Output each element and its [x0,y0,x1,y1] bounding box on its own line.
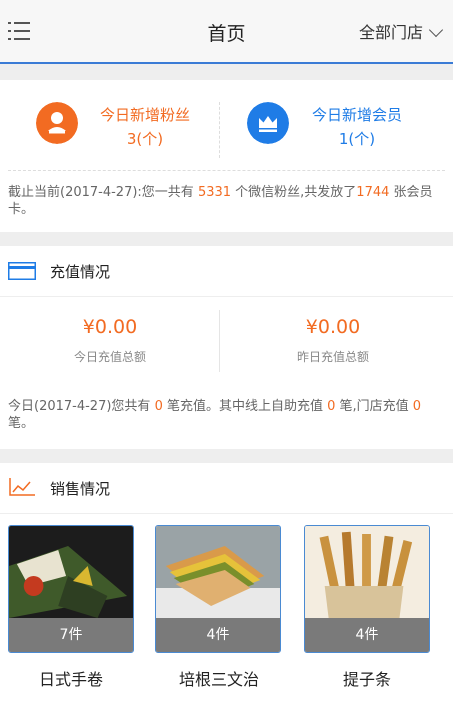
summary-text: 截止当前(2017-4-27):您一共有 [8,185,198,200]
section-title: 销售情况 [50,480,111,498]
store-recharge-count: 0 [412,399,422,414]
chevron-down-icon [428,22,444,38]
summary-text: 笔充值。其中线上自助充值 [162,399,328,414]
product-image [9,526,133,618]
product-image [156,526,280,618]
fans-summary-text: 截止当前(2017-4-27):您一共有 5331 个微信粉丝,共发放了1744… [8,184,441,218]
product-name: 日式手卷 [38,670,103,689]
store-filter-dropdown[interactable]: 全部门店 [358,19,444,43]
section-title: 充值情况 [50,263,111,281]
product-name: 培根三文治 [178,670,259,689]
new-members-label: 今日新增会员 [311,106,402,124]
recharge-card: 充值情况 ¥0.00 今日充值总额 ¥0.00 昨日充值总额 今日(2017-4… [0,246,453,449]
summary-text: 今日(2017-4-27)您共有 [8,399,155,414]
store-filter-label: 全部门店 [358,23,423,42]
new-fans-label: 今日新增粉丝 [99,106,190,124]
product-image [305,526,429,618]
recharge-count: 0 [154,399,163,414]
product-card[interactable]: 7件 [8,525,134,653]
recharge-section-header: 充值情况 [0,246,453,297]
fans-total: 5331 [197,185,232,200]
trend-chart-icon [9,478,35,496]
product-sales-count: 4件 [305,618,429,652]
stats-card: 今日新增粉丝 3(个) 今日新增会员 1(个) 截止当前(2017-4-27):… [0,80,453,232]
today-recharge-amount: ¥0.00 [82,316,138,338]
product-card[interactable]: 4件 [155,525,281,653]
cards-total: 1744 [356,185,390,200]
crown-icon [247,102,289,144]
sales-section-header: 销售情况 [0,463,453,514]
new-fans-value: 3(个) [126,130,164,148]
sales-card: 销售情况 7件 日式手卷 4件 培根三文治 4件 提子条 [0,463,453,707]
product-sales-count: 7件 [9,618,133,652]
divider [8,170,445,171]
product-name: 提子条 [342,670,391,689]
divider [219,310,220,372]
today-recharge-label: 今日充值总额 [73,350,146,364]
new-members-value: 1(个) [338,130,376,148]
product-sales-count: 4件 [156,618,280,652]
product-card[interactable]: 4件 [304,525,430,653]
summary-text: 个微信粉丝,共发放了 [231,185,357,200]
new-fans-stat: 今日新增粉丝 3(个) [0,94,219,158]
summary-text: 笔,门店充值 [335,399,413,414]
yesterday-recharge-amount: ¥0.00 [305,316,361,338]
summary-text: 笔。 [8,416,35,431]
user-icon [36,102,78,144]
app-header: 首页 全部门店 [0,0,453,64]
new-members-stat: 今日新增会员 1(个) [220,94,453,158]
yesterday-recharge-label: 昨日充值总额 [296,350,369,364]
card-icon [8,262,36,280]
recharge-summary-text: 今日(2017-4-27)您共有 0 笔充值。其中线上自助充值 0 笔,门店充值… [8,398,441,432]
